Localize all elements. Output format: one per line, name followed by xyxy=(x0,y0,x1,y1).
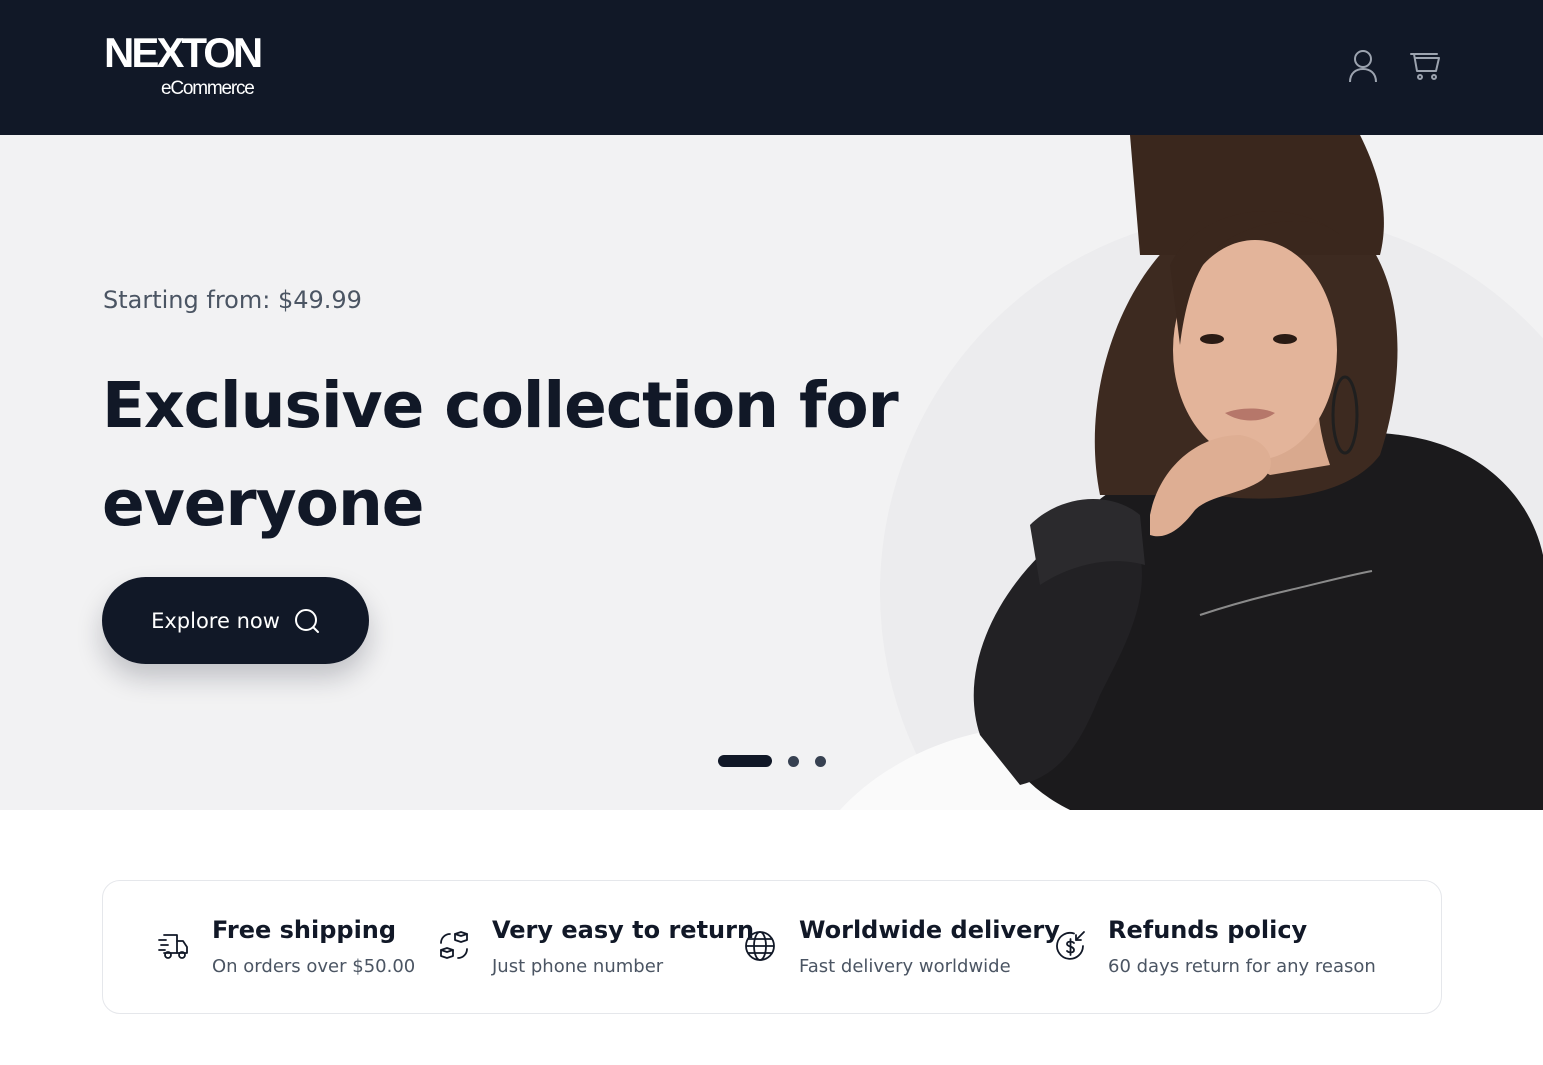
globe-icon xyxy=(745,931,775,961)
feature-title: Free shipping xyxy=(212,916,397,944)
hero-subtitle: Starting from: $49.99 xyxy=(103,286,362,314)
search-icon xyxy=(294,608,319,633)
carousel-pagination xyxy=(718,755,826,767)
explore-now-button[interactable]: Explore now xyxy=(102,577,369,664)
feature-title: Worldwide delivery xyxy=(799,916,1060,944)
feature-title: Very easy to return xyxy=(492,916,755,944)
logo-wordmark: NEXTON xyxy=(104,29,263,76)
nexton-logo[interactable]: NEXTON eCommerce xyxy=(104,30,284,105)
feature-description: Just phone number xyxy=(492,956,664,977)
logo-tagline: eCommerce xyxy=(161,78,255,99)
feature-refunds-policy: Refunds policy 60 days return for any re… xyxy=(1053,881,1441,1013)
truck-icon xyxy=(158,934,188,959)
feature-easy-return: Very easy to return Just phone number xyxy=(433,881,754,1013)
carousel-dot-3[interactable] xyxy=(815,755,826,767)
carousel-dot-2[interactable] xyxy=(788,755,799,767)
feature-description: On orders over $50.00 xyxy=(212,956,416,977)
features-bar: Free shipping On orders over $50.00 Very… xyxy=(102,880,1442,1014)
hero-title: Exclusive collection for everyone xyxy=(102,369,899,540)
carousel-dot-1[interactable] xyxy=(718,755,772,767)
explore-now-label: Explore now xyxy=(151,608,280,633)
feature-description: 60 days return for any reason xyxy=(1108,956,1376,977)
feature-description: Fast delivery worldwide xyxy=(799,956,1011,977)
site-header: NEXTON eCommerce xyxy=(0,0,1543,135)
feature-free-shipping: Free shipping On orders over $50.00 xyxy=(103,881,433,1013)
cart-icon[interactable] xyxy=(1407,48,1443,84)
refund-icon xyxy=(1056,931,1085,960)
feature-title: Refunds policy xyxy=(1108,916,1308,944)
feature-worldwide-delivery: Worldwide delivery Fast delivery worldwi… xyxy=(743,881,1060,1013)
return-box-icon xyxy=(440,931,468,959)
hero-banner: Starting from: $49.99 Exclusive collecti… xyxy=(0,135,1543,810)
user-account-icon[interactable] xyxy=(1345,48,1381,84)
